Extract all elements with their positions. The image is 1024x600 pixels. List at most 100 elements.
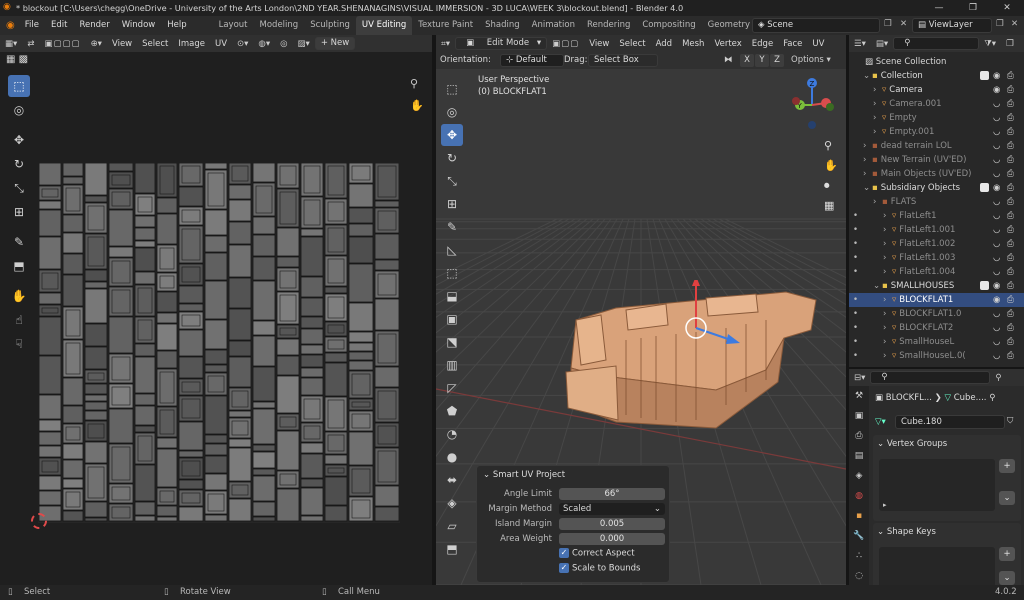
annotate-tool-icon[interactable]: ✎ (441, 216, 463, 238)
outliner-row[interactable]: › ▿ FlatLeft1.001 ◡ ⎙ • (849, 223, 1024, 237)
workspace-tab-rendering[interactable]: Rendering (581, 16, 636, 35)
particles-tab-icon[interactable]: ∴ (849, 546, 869, 566)
outliner-row[interactable]: › ▿ BLOCKFLAT1 ◉ ⎙ • (849, 293, 1024, 307)
outliner-row[interactable]: ⌄ ▪ SMALLHOUSES ◉ ⎙ (849, 279, 1024, 293)
outliner-row[interactable]: › ▿ SmallHouseL ◡ ⎙ • (849, 335, 1024, 349)
object-tab-icon[interactable]: ▪ (849, 506, 869, 526)
workspace-tab-modeling[interactable]: Modeling (254, 16, 305, 35)
menu-render[interactable]: Render (73, 16, 115, 35)
render-camera-icon[interactable]: ⎙ (1007, 125, 1014, 139)
viewport-menu-face[interactable]: Face (778, 39, 807, 49)
edit-mode-dot-icon[interactable]: • (853, 251, 858, 265)
outliner-row[interactable]: › ▿ Empty.001 ◡ ⎙ (849, 125, 1024, 139)
select-box-tool-icon[interactable]: ⬚ (8, 75, 30, 97)
workspace-tab-compositing[interactable]: Compositing (636, 16, 701, 35)
smart-uv-project-panel[interactable]: ⌄ Smart UV Project Angle Limit 66° Margi… (476, 465, 670, 583)
margin-method-dropdown[interactable]: Scaled ⌄ (559, 503, 665, 515)
sticky-select-icon[interactable]: ⊕▾ (86, 39, 107, 49)
camera-view-icon[interactable]: ⏺ (824, 179, 830, 193)
knife-tool-icon[interactable]: ◸ (441, 377, 463, 399)
zoom-icon[interactable]: ⚲ (824, 139, 832, 152)
render-camera-icon[interactable]: ⎙ (1007, 335, 1014, 349)
shear-tool-icon[interactable]: ▱ (441, 515, 463, 537)
mirror-icon[interactable]: ⧓ (724, 55, 733, 65)
pin-icon[interactable]: ⚲ (990, 373, 1006, 383)
outliner-row[interactable]: › ▪ FLATS ◡ ⎙ (849, 195, 1024, 209)
uv-select-icons[interactable]: ▦ ▩ (6, 54, 28, 65)
render-camera-icon[interactable]: ⎙ (1007, 83, 1014, 97)
scene-collection-row[interactable]: ▨ Scene Collection (849, 55, 1024, 69)
panel-title[interactable]: ⌄ Smart UV Project (483, 470, 565, 480)
hidden-eye-icon[interactable]: ◡ (993, 251, 1000, 265)
expand-arrow-icon[interactable]: › (883, 335, 892, 349)
viewport-menu-uv[interactable]: UV (807, 39, 829, 49)
new-scene-icon[interactable]: ❐ (884, 19, 892, 29)
expand-arrow-icon[interactable]: › (873, 83, 882, 97)
options-dropdown[interactable]: Options ▾ (791, 55, 831, 65)
editor-type-icon[interactable]: ▦▾ (0, 39, 22, 49)
expand-arrow-icon[interactable]: › (883, 349, 892, 363)
new-collection-icon[interactable]: ❐ (1001, 39, 1019, 49)
rotate-tool-icon[interactable]: ↻ (8, 153, 30, 175)
expand-arrow-icon[interactable]: › (883, 321, 892, 335)
menu-help[interactable]: Help (161, 16, 192, 35)
pan-hand-icon[interactable]: ✋ (824, 159, 838, 172)
outliner-row[interactable]: › ▪ Main Objects (UV'ED) ◡ ⎙ (849, 167, 1024, 181)
smooth-tool-icon[interactable]: ● (441, 446, 463, 468)
exclude-checkbox[interactable] (980, 281, 989, 290)
perspective-toggle-icon[interactable]: ▦ (824, 199, 834, 212)
exclude-checkbox[interactable] (980, 71, 989, 80)
rip-tool-icon[interactable]: ⬒ (441, 538, 463, 560)
outliner-row[interactable]: › ▿ FlatLeft1.002 ◡ ⎙ • (849, 237, 1024, 251)
spin-tool-icon[interactable]: ◔ (441, 423, 463, 445)
fake-user-icon[interactable]: ⛉ (1007, 416, 1013, 426)
eye-icon[interactable]: ◉ (993, 293, 1000, 307)
scale-to-bounds-checkbox[interactable]: ✓ Scale to Bounds (559, 563, 640, 574)
shape-keys-header[interactable]: ⌄ Shape Keys (877, 527, 936, 537)
exclude-checkbox[interactable] (980, 183, 989, 192)
outliner[interactable]: ☰▾ ▤▾ ⚲ ⧩▾ ❐ ▨ Scene Collection ⌄ ▪ Collec… (849, 35, 1024, 367)
poly-build-tool-icon[interactable]: ⬟ (441, 400, 463, 422)
hidden-eye-icon[interactable]: ◡ (993, 209, 1000, 223)
vertex-groups-header[interactable]: ⌄ Vertex Groups (877, 439, 947, 449)
expand-arrow-icon[interactable]: › (873, 111, 882, 125)
expand-arrow-icon[interactable]: ⌄ (863, 181, 872, 195)
2d-cursor-icon[interactable] (31, 513, 47, 529)
shrink-tool-icon[interactable]: ◈ (441, 492, 463, 514)
mirror-axis-z[interactable]: Z (770, 54, 784, 67)
render-camera-icon[interactable]: ⎙ (1007, 251, 1014, 265)
expand-arrow-icon[interactable]: › (883, 307, 892, 321)
pinch-tool-icon[interactable]: ☟ (8, 333, 30, 355)
render-camera-icon[interactable]: ⎙ (1007, 153, 1014, 167)
delete-scene-icon[interactable]: ✕ (900, 19, 907, 29)
zoom-icon[interactable]: ⚲ (410, 77, 418, 90)
minimize-button[interactable]: — (922, 0, 956, 16)
eye-icon[interactable]: ◉ (993, 279, 1000, 293)
mesh-name-field[interactable]: Cube.180 (895, 415, 1005, 429)
outliner-row[interactable]: › ▪ dead terrain LOL ◡ ⎙ (849, 139, 1024, 153)
uv-pivot-icon[interactable]: ⊙▾ (232, 39, 253, 49)
expand-arrow-icon[interactable]: › (873, 97, 882, 111)
outliner-row[interactable]: › ▿ FlatLeft1.003 ◡ ⎙ • (849, 251, 1024, 265)
outliner-row[interactable]: › ▿ SmallHouseL.0(◡ ⎙ • (849, 349, 1024, 363)
expand-arrow-icon[interactable]: › (873, 125, 882, 139)
annotate-tool-icon[interactable]: ✎ (8, 231, 30, 253)
extrude-tool-icon[interactable]: ⬓ (441, 285, 463, 307)
edit-mode-dot-icon[interactable]: • (853, 321, 858, 335)
uv-snap-icon[interactable]: ◍▾ (253, 39, 275, 49)
render-camera-icon[interactable]: ⎙ (1007, 69, 1014, 83)
properties-search-input[interactable]: ⚲ (870, 371, 991, 384)
expand-arrow-icon[interactable]: ⌄ (873, 279, 882, 293)
new-image-button[interactable]: + New (314, 37, 356, 50)
properties-editor-type-icon[interactable]: ⊟▾ (849, 373, 870, 383)
delete-view-layer-icon[interactable]: ✕ (1011, 19, 1018, 29)
cursor-tool-icon[interactable]: ◎ (441, 101, 463, 123)
render-tab-icon[interactable]: ▣ (849, 406, 869, 426)
angle-limit-field[interactable]: 66° (559, 488, 665, 500)
expand-arrow-icon[interactable]: › (863, 139, 872, 153)
scene-tab-icon[interactable]: ◈ (849, 466, 869, 486)
uv-editor[interactable]: ▦▾ ⇄ ▣▢▢▢ ⊕▾ View Select Image UV ⊙▾ ◍▾ ◎ ▨… (0, 35, 432, 585)
outliner-row[interactable]: › ▿ FlatLeft1.004 ◡ ⎙ • (849, 265, 1024, 279)
expand-arrow-icon[interactable]: › (883, 293, 892, 307)
outliner-row[interactable]: ⌄ ▪ Collection ◉ ⎙ (849, 69, 1024, 83)
